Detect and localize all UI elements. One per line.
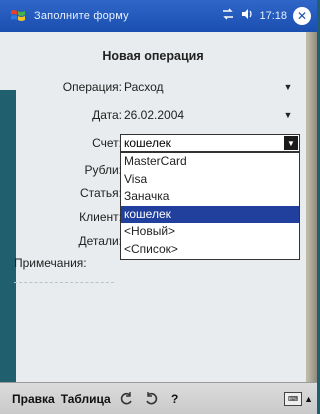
date-picker[interactable]: 26.02.2004 ▼ [122,106,294,124]
notes-label: Примечания: [14,256,87,270]
account-select[interactable]: кошелек ▼ [120,134,300,152]
photo-left-band [0,90,16,382]
volume-icon[interactable] [241,7,253,25]
input-panel[interactable]: ⌨ ▲ [284,391,313,406]
chevron-up-icon[interactable]: ▲ [304,394,313,404]
clock[interactable]: 17:18 [259,10,287,22]
redo-icon[interactable] [143,391,159,407]
operation-value: Расход [124,80,164,94]
account-value: кошелек [124,136,171,150]
windows-start-icon[interactable] [8,6,28,26]
account-option[interactable]: Заначка [121,188,299,206]
keyboard-icon[interactable]: ⌨ [284,391,303,406]
account-option[interactable]: Visa [121,171,299,189]
table-menu[interactable]: Таблица [61,392,111,406]
chevron-down-icon[interactable]: ▼ [284,136,298,150]
undo-icon[interactable] [119,391,135,407]
title-bar: Заполните форму 17:18 ✕ [0,0,317,32]
command-bar: Правка Таблица ? ⌨ ▲ [0,382,317,414]
account-option[interactable]: <Новый> [121,223,299,241]
chevron-down-icon[interactable]: ▼ [282,110,294,120]
close-icon[interactable]: ✕ [293,7,311,25]
account-option-selected[interactable]: кошелек [121,205,299,223]
connectivity-icon[interactable] [221,7,235,25]
client-label: Клиент: [79,210,122,224]
operation-select[interactable]: Расход ▼ [122,78,294,96]
date-value: 26.02.2004 [124,108,185,122]
edit-menu[interactable]: Правка [12,392,55,406]
notes-field[interactable] [14,272,114,283]
account-option[interactable]: MasterCard [121,153,299,171]
chevron-down-icon[interactable]: ▼ [282,82,294,92]
window-title: Заполните форму [34,10,129,22]
help-icon[interactable]: ? [167,391,183,407]
form-heading: Новая операция [102,49,204,63]
title-right-area: 17:18 ✕ [221,7,311,25]
account-option[interactable]: <Список> [121,241,299,259]
operation-label: Операция: [62,80,122,94]
date-label: Дата: [92,108,122,122]
account-options-list: MasterCard Visa Заначка кошелек <Новый> … [120,152,300,260]
article-label: Статья: [79,186,122,200]
account-label: Счет: [92,136,122,150]
details-label: Детали: [78,234,122,248]
rubles-label: Рубли: [84,163,122,177]
